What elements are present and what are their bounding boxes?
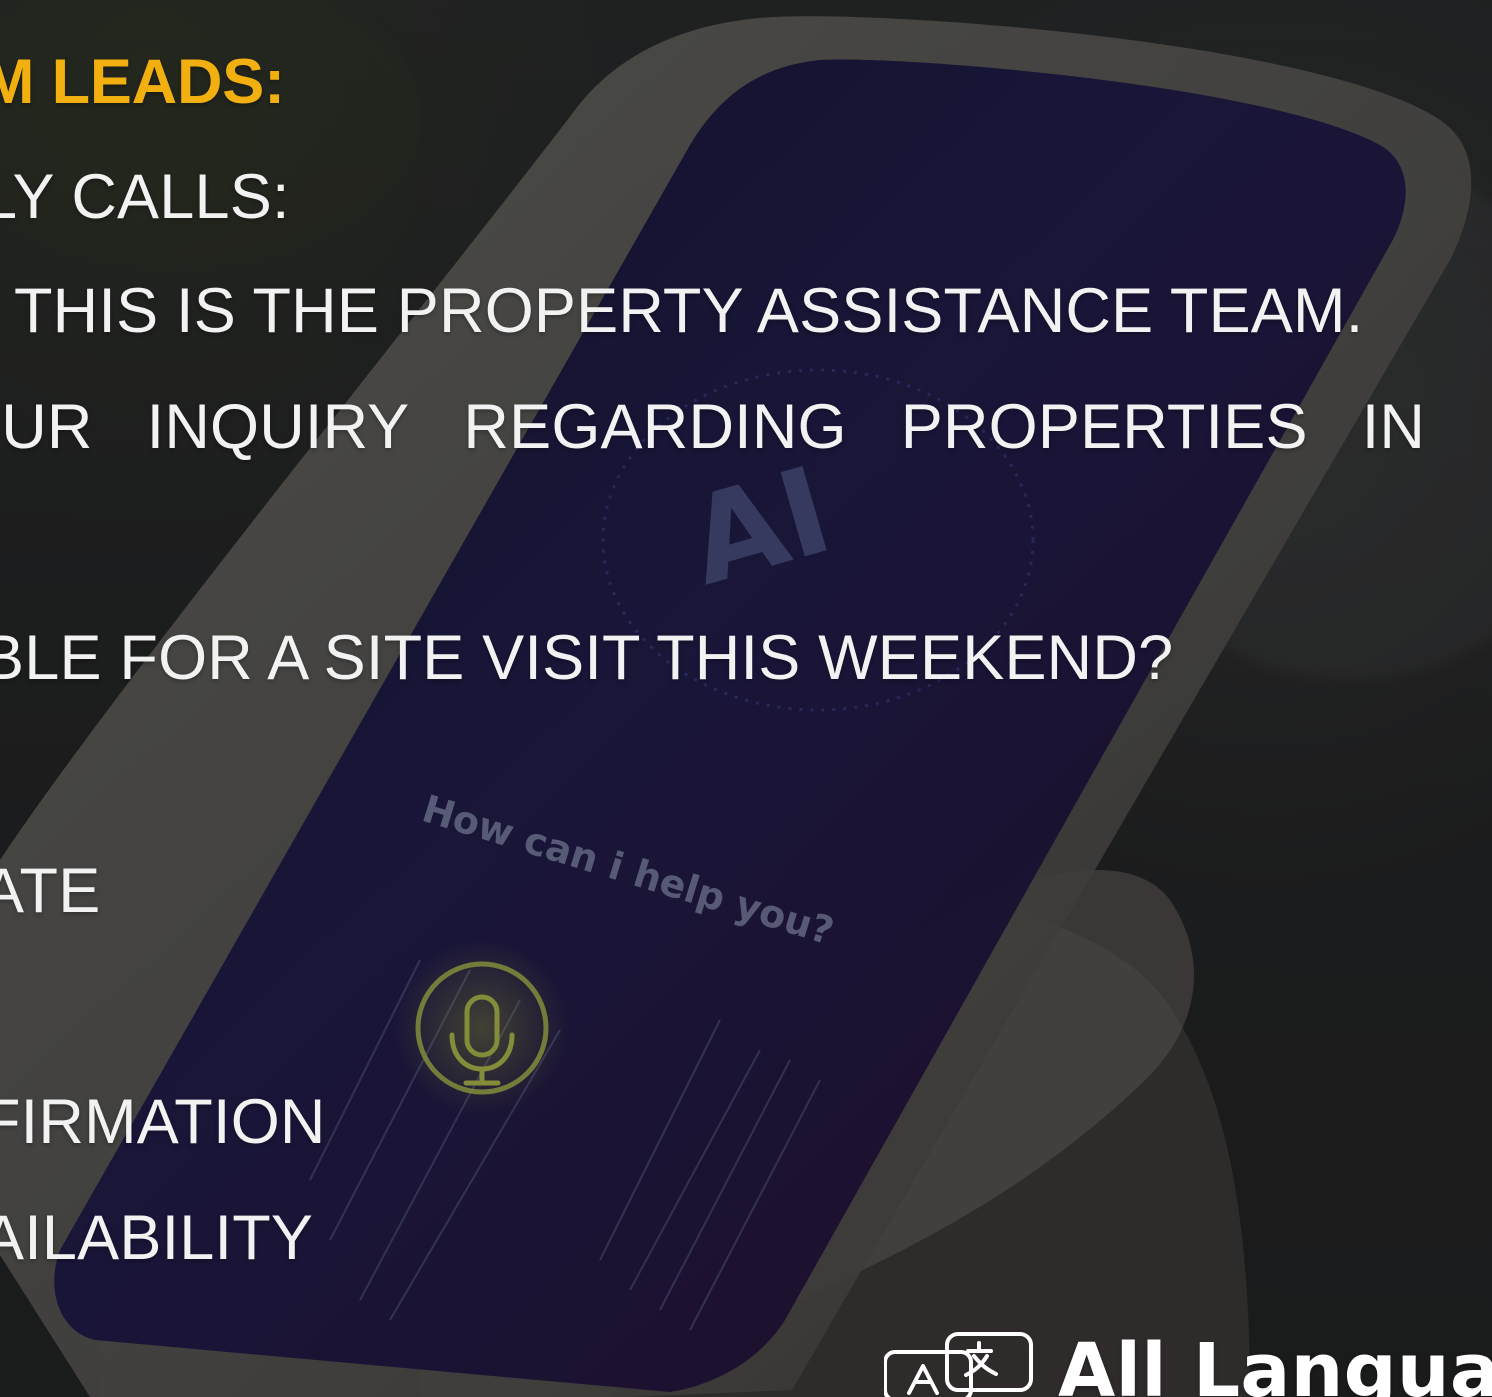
inquiry-part-inquiry: INQUIRY: [146, 392, 410, 462]
cut-off-ate-line: ATE: [0, 856, 101, 926]
cut-off-heading: M LEADS:: [0, 47, 285, 117]
inquiry-part-properties: PROPERTIES: [900, 392, 1308, 462]
text-content: M LEADS: LY CALLS: THIS IS THE PROPERTY …: [0, 0, 1492, 1397]
inquiry-line: OUR INQUIRY REGARDING PROPERTIES IN: [0, 396, 1425, 459]
cut-off-firmation-line: FIRMATION: [0, 1087, 326, 1157]
translation-icon: [884, 1332, 1033, 1397]
team-line: THIS IS THE PROPERTY ASSISTANCE TEAM.: [14, 276, 1364, 346]
brand-name: All Languag: [1058, 1328, 1492, 1397]
site-visit-line: BLE FOR A SITE VISIT THIS WEEKEND?: [0, 623, 1174, 693]
inquiry-part-regarding: REGARDING: [463, 392, 847, 462]
cut-off-ailability-line: AILABILITY: [0, 1203, 314, 1273]
inquiry-part-in: IN: [1361, 392, 1426, 462]
cut-off-calls-line: LY CALLS:: [0, 162, 290, 232]
brand-lockup: All Languag: [884, 1330, 1492, 1397]
screen: AI How can i help you? M LEADS: LY CALLS…: [0, 0, 1492, 1397]
inquiry-part-our: OUR: [0, 392, 93, 462]
